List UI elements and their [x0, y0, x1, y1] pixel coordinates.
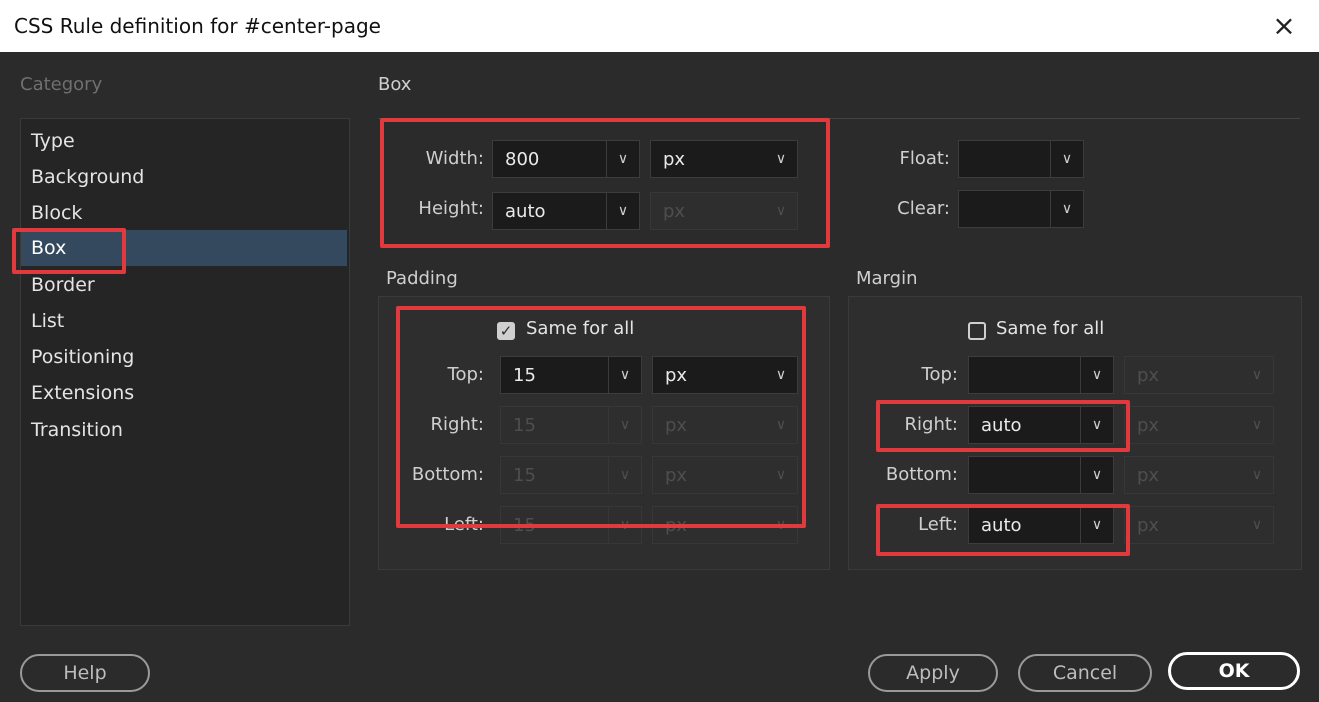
margin-left-unit: px ∨	[1124, 506, 1274, 544]
margin-bottom-combo[interactable]: ∨	[968, 456, 1114, 494]
cancel-button[interactable]: Cancel	[1018, 654, 1152, 692]
margin-top-unit: px ∨	[1124, 356, 1274, 394]
margin-bottom-unit: px ∨	[1124, 456, 1274, 494]
margin-top-combo[interactable]: ∨	[968, 356, 1114, 394]
chevron-down-icon: ∨	[1251, 367, 1263, 383]
title-bar: CSS Rule definition for #center-page ×	[0, 0, 1319, 52]
margin-top-unit-text: px	[1137, 365, 1160, 386]
highlight-box-category	[12, 228, 126, 274]
margin-right-unit: px ∨	[1124, 406, 1274, 444]
margin-bottom-label: Bottom:	[885, 464, 958, 485]
margin-title: Margin	[856, 268, 918, 289]
css-rule-dialog: CSS Rule definition for #center-page × C…	[0, 0, 1319, 702]
margin-right-unit-text: px	[1137, 415, 1160, 436]
padding-title: Padding	[386, 268, 458, 289]
ok-button[interactable]: OK	[1168, 652, 1300, 690]
chevron-down-icon[interactable]: ∨	[1080, 357, 1113, 393]
highlight-margin-left	[876, 504, 1130, 556]
chevron-down-icon: ∨	[1251, 517, 1263, 533]
chevron-down-icon: ∨	[1251, 417, 1263, 433]
close-icon[interactable]: ×	[1269, 8, 1299, 44]
section-title: Box	[378, 74, 412, 95]
category-item-list[interactable]: List	[21, 303, 347, 339]
chevron-down-icon[interactable]: ∨	[1050, 191, 1083, 227]
clear-label: Clear:	[897, 198, 950, 219]
margin-bottom-unit-text: px	[1137, 465, 1160, 486]
highlight-padding	[396, 306, 806, 528]
category-item-background[interactable]: Background	[21, 159, 347, 195]
highlight-width-height	[380, 118, 830, 248]
float-select[interactable]: ∨	[958, 140, 1084, 178]
category-item-extensions[interactable]: Extensions	[21, 375, 347, 411]
float-label: Float:	[899, 148, 950, 169]
highlight-margin-right	[876, 400, 1130, 452]
chevron-down-icon: ∨	[1251, 467, 1263, 483]
category-item-block[interactable]: Block	[21, 195, 347, 231]
dialog-title: CSS Rule definition for #center-page	[14, 14, 381, 38]
category-item-positioning[interactable]: Positioning	[21, 339, 347, 375]
margin-same-label: Same for all	[996, 318, 1105, 339]
category-item-transition[interactable]: Transition	[21, 412, 347, 448]
chevron-down-icon[interactable]: ∨	[1050, 141, 1083, 177]
margin-same-checkbox[interactable]	[968, 322, 986, 340]
help-button[interactable]: Help	[20, 654, 150, 692]
category-list: Type Background Block Box Border List Po…	[20, 118, 350, 626]
margin-left-unit-text: px	[1137, 515, 1160, 536]
margin-top-label: Top:	[921, 364, 958, 385]
apply-button[interactable]: Apply	[868, 654, 998, 692]
clear-select[interactable]: ∨	[958, 190, 1084, 228]
chevron-down-icon[interactable]: ∨	[1080, 457, 1113, 493]
category-item-type[interactable]: Type	[21, 123, 347, 159]
category-heading: Category	[20, 74, 103, 95]
